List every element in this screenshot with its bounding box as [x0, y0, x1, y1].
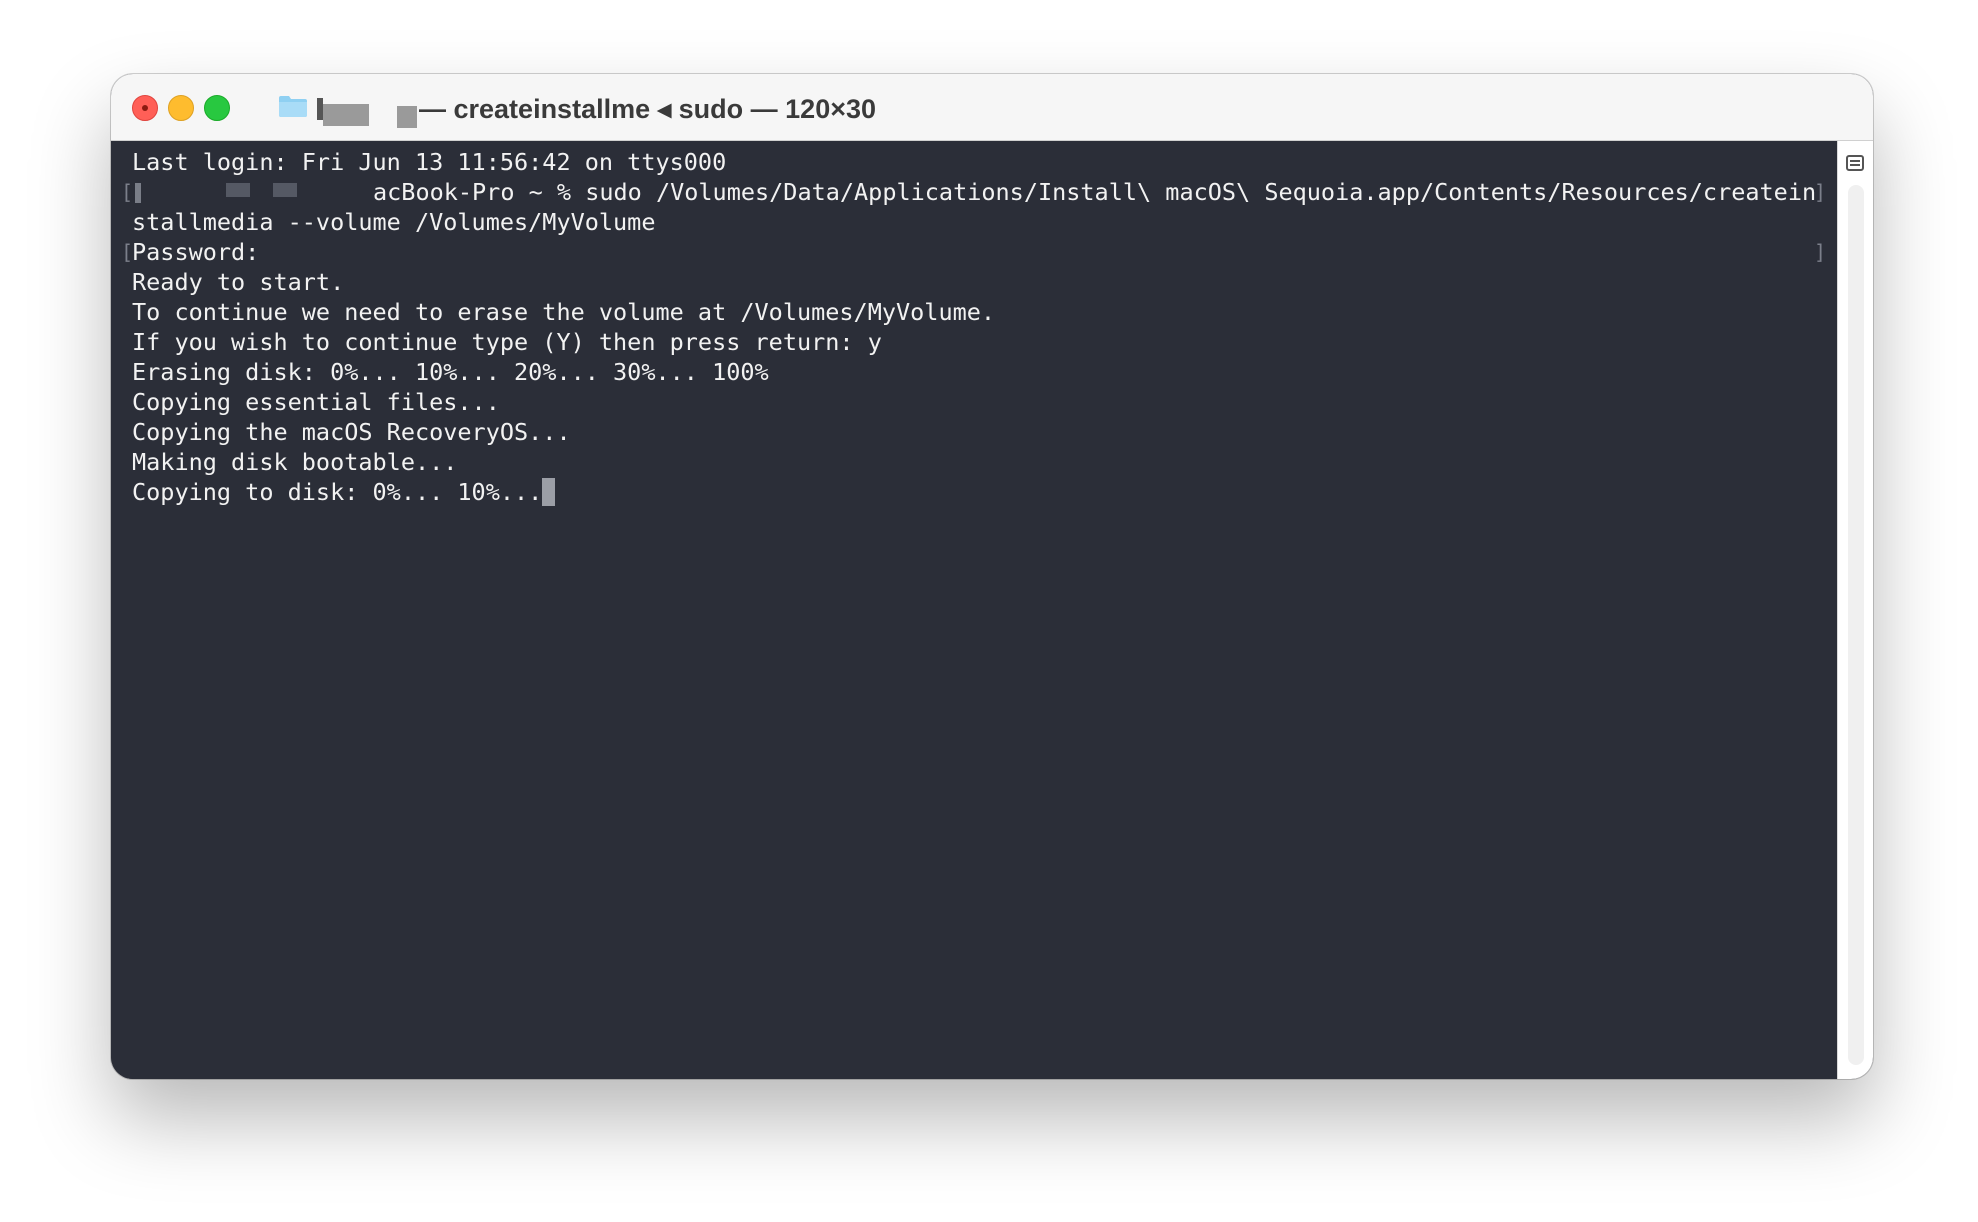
terminal-line-text: Copying to disk: 0%... 10%...	[132, 478, 543, 506]
redacted-username	[273, 183, 297, 197]
window-title: — createinstallme ◂ sudo — 120×30	[419, 94, 877, 124]
redacted-username	[135, 183, 141, 203]
terminal-line: To continue we need to erase the volume …	[132, 298, 996, 326]
terminal-output[interactable]: Last login: Fri Jun 13 11:56:42 on ttys0…	[111, 141, 1837, 1079]
redacted-title-segment	[397, 106, 417, 128]
terminal-line: If you wish to continue type (Y) then pr…	[132, 328, 882, 356]
close-button[interactable]	[132, 95, 158, 121]
terminal-line: acBook-Pro ~ % sudo /Volumes/Data/Applic…	[373, 178, 1817, 206]
redacted-username	[226, 183, 250, 197]
terminal-line: Copying the macOS RecoveryOS...	[132, 418, 571, 446]
scrollbar-area[interactable]	[1837, 141, 1873, 1079]
terminal-line: Copying essential files...	[132, 388, 500, 416]
terminal-line-current: Copying to disk: 0%... 10%...	[132, 477, 556, 507]
split-view-icon[interactable]	[1846, 155, 1864, 171]
terminal-line: Making disk bootable...	[132, 448, 458, 476]
folder-icon	[279, 96, 307, 117]
redacted-title-segment	[323, 104, 369, 126]
zoom-button[interactable]	[204, 95, 230, 121]
terminal-line: Last login: Fri Jun 13 11:56:42 on ttys0…	[132, 148, 727, 176]
terminal-line: Ready to start.	[132, 268, 345, 296]
line-mark-left: [	[121, 180, 134, 204]
text-cursor	[542, 477, 556, 506]
scrollbar-track[interactable]	[1848, 185, 1864, 1065]
line-mark-right: ]	[1814, 240, 1827, 264]
minimize-button[interactable]	[168, 95, 194, 121]
line-mark-right: ]	[1814, 180, 1827, 204]
terminal-window: — createinstallme ◂ sudo — 120×30 Last l…	[111, 74, 1873, 1079]
terminal-line: Password:	[132, 238, 260, 266]
terminal-line: stallmedia --volume /Volumes/MyVolume	[132, 208, 656, 236]
terminal-line: Erasing disk: 0%... 10%... 20%... 30%...…	[132, 358, 769, 386]
title-bar[interactable]: — createinstallme ◂ sudo — 120×30	[111, 74, 1873, 141]
